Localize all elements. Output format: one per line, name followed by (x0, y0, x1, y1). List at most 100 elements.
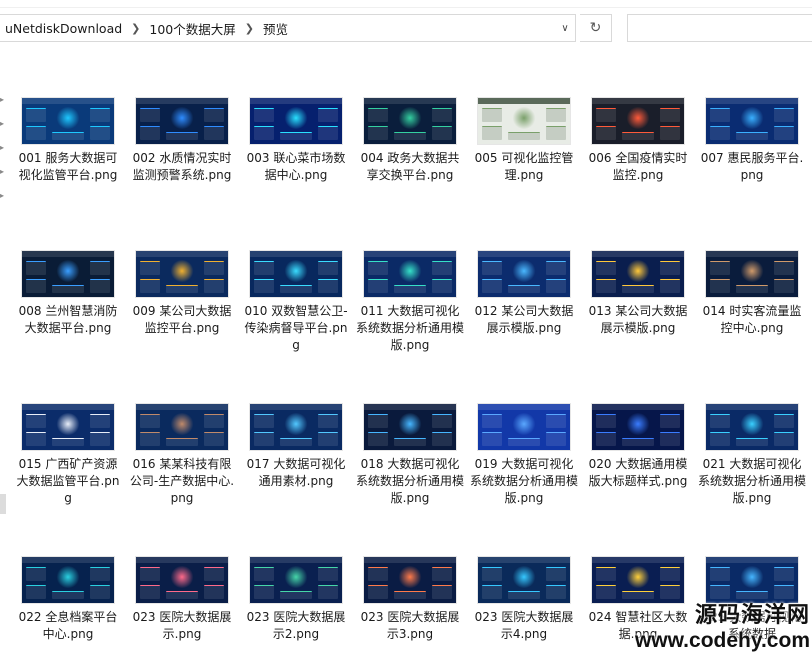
file-name: 021 大数据可视化系统数据分析通用模版.png (698, 457, 807, 505)
file-thumbnail[interactable] (478, 98, 570, 144)
file-name: 023 医院大数据展示.png (132, 610, 232, 641)
file-item[interactable]: 009 某公司大数据监控平台.png (128, 251, 236, 337)
file-item[interactable]: 025 大数据可视化系统数据 (698, 557, 806, 643)
file-thumbnail[interactable] (592, 98, 684, 144)
file-item[interactable]: 018 大数据可视化系统数据分析通用模版.png (356, 404, 464, 507)
chevron-right-icon[interactable]: ❯ (128, 22, 143, 35)
file-thumbnail[interactable] (364, 404, 456, 450)
file-thumbnail[interactable] (364, 557, 456, 603)
file-thumbnail[interactable] (250, 98, 342, 144)
file-name: 002 水质情况实时监测预警系统.png (132, 151, 232, 182)
file-name: 005 可视化监控管理.png (474, 151, 574, 182)
file-name: 023 医院大数据展示2.png (246, 610, 346, 641)
chevron-right-icon[interactable]: ▸ (0, 144, 8, 152)
file-thumbnail[interactable] (250, 404, 342, 450)
file-thumbnail[interactable] (364, 251, 456, 297)
file-thumbnail[interactable] (22, 98, 114, 144)
file-name: 022 全息档案平台中心.png (18, 610, 118, 641)
chevron-down-icon[interactable]: ∨ (555, 15, 575, 41)
file-item[interactable]: 015 广西矿产资源大数据监管平台.png (14, 404, 122, 507)
file-item[interactable]: 023 医院大数据展示.png (128, 557, 236, 643)
file-item[interactable]: 016 某某科技有限公司-生产数据中心.png (128, 404, 236, 507)
file-item[interactable]: 001 服务大数据可视化监管平台.png (14, 98, 122, 184)
file-item[interactable]: 012 某公司大数据展示模版.png (470, 251, 578, 337)
file-thumbnail[interactable] (136, 557, 228, 603)
file-item[interactable]: 003 联心菜市场数据中心.png (242, 98, 350, 184)
file-item[interactable]: 008 兰州智慧消防大数据平台.png (14, 251, 122, 337)
file-thumbnail[interactable] (706, 557, 798, 603)
file-item[interactable]: 023 医院大数据展示4.png (470, 557, 578, 643)
breadcrumb-item-preview[interactable]: 预览 (257, 19, 294, 38)
file-name: 013 某公司大数据展示模版.png (588, 304, 688, 335)
file-name: 018 大数据可视化系统数据分析通用模版.png (356, 457, 465, 505)
file-name: 015 广西矿产资源大数据监管平台.png (16, 457, 120, 505)
chevron-right-icon[interactable]: ❯ (242, 22, 257, 35)
chevron-right-icon[interactable]: ▸ (0, 168, 8, 176)
file-name: 010 双数智慧公卫-传染病督导平台.png (244, 304, 348, 352)
file-name: 017 大数据可视化通用素材.png (246, 457, 346, 488)
address-bar[interactable]: uNetdiskDownload ❯ 100个数据大屏 ❯ 预览 ∨ (0, 14, 576, 42)
file-item[interactable]: 010 双数智慧公卫-传染病督导平台.png (242, 251, 350, 354)
file-item[interactable]: 024 智慧社区大数据.png (584, 557, 692, 643)
chevron-right-icon[interactable]: ▸ (0, 96, 8, 104)
chevron-right-icon[interactable]: ▸ (0, 120, 8, 128)
file-thumbnail[interactable] (136, 251, 228, 297)
refresh-button[interactable]: ↻ (580, 14, 612, 42)
navigation-pane: ▸ ▸ ▸ ▸ ▸ (0, 52, 12, 655)
file-thumbnail[interactable] (706, 251, 798, 297)
file-thumbnail[interactable] (136, 404, 228, 450)
file-name: 023 医院大数据展示4.png (474, 610, 574, 641)
file-name: 012 某公司大数据展示模版.png (474, 304, 574, 335)
file-thumbnail[interactable] (22, 404, 114, 450)
file-thumbnail[interactable] (592, 404, 684, 450)
file-name: 009 某公司大数据监控平台.png (132, 304, 232, 335)
file-name: 014 时实客流量监控中心.png (702, 304, 802, 335)
file-thumbnail[interactable] (478, 404, 570, 450)
file-name: 003 联心菜市场数据中心.png (246, 151, 346, 182)
file-name: 023 医院大数据展示3.png (360, 610, 460, 641)
breadcrumb-item-netdisk[interactable]: uNetdiskDownload (0, 21, 128, 36)
file-name: 025 大数据可视化系统数据 (702, 610, 802, 641)
file-thumbnail[interactable] (478, 251, 570, 297)
file-item[interactable]: 006 全国疫情实时监控.png (584, 98, 692, 184)
file-thumbnail[interactable] (706, 98, 798, 144)
file-item[interactable]: 023 医院大数据展示2.png (242, 557, 350, 643)
file-name: 001 服务大数据可视化监管平台.png (18, 151, 118, 182)
file-item[interactable]: 004 政务大数据共享交换平台.png (356, 98, 464, 184)
file-thumbnail[interactable] (250, 251, 342, 297)
file-item[interactable]: 005 可视化监控管理.png (470, 98, 578, 184)
file-name: 024 智慧社区大数据.png (588, 610, 688, 641)
file-name: 008 兰州智慧消防大数据平台.png (18, 304, 118, 335)
file-thumbnail[interactable] (136, 98, 228, 144)
file-thumbnail[interactable] (364, 98, 456, 144)
search-input[interactable] (627, 14, 812, 42)
file-thumbnail[interactable] (22, 251, 114, 297)
file-name: 011 大数据可视化系统数据分析通用模版.png (356, 304, 465, 352)
file-thumbnail[interactable] (22, 557, 114, 603)
file-name: 020 大数据通用模版大标题样式.png (588, 457, 688, 488)
file-name: 007 惠民服务平台.png (700, 151, 804, 182)
file-item[interactable]: 014 时实客流量监控中心.png (698, 251, 806, 337)
file-item[interactable]: 023 医院大数据展示3.png (356, 557, 464, 643)
file-thumbnail[interactable] (706, 404, 798, 450)
file-item[interactable]: 002 水质情况实时监测预警系统.png (128, 98, 236, 184)
refresh-icon: ↻ (589, 20, 602, 36)
file-item[interactable]: 013 某公司大数据展示模版.png (584, 251, 692, 337)
file-thumbnail[interactable] (592, 251, 684, 297)
file-thumbnail[interactable] (592, 557, 684, 603)
file-name: 004 政务大数据共享交换平台.png (360, 151, 460, 182)
file-item[interactable]: 019 大数据可视化系统数据分析通用模版.png (470, 404, 578, 507)
breadcrumb-item-dashboards[interactable]: 100个数据大屏 (143, 19, 241, 38)
file-name: 006 全国疫情实时监控.png (588, 151, 688, 182)
file-thumbnail[interactable] (250, 557, 342, 603)
file-item[interactable]: 022 全息档案平台中心.png (14, 557, 122, 643)
file-name: 016 某某科技有限公司-生产数据中心.png (129, 457, 235, 505)
file-item[interactable]: 021 大数据可视化系统数据分析通用模版.png (698, 404, 806, 507)
file-item[interactable]: 020 大数据通用模版大标题样式.png (584, 404, 692, 490)
file-thumbnail[interactable] (478, 557, 570, 603)
chevron-right-icon[interactable]: ▸ (0, 192, 8, 200)
nav-selection-marker (0, 494, 6, 514)
file-item[interactable]: 007 惠民服务平台.png (698, 98, 806, 184)
file-item[interactable]: 011 大数据可视化系统数据分析通用模版.png (356, 251, 464, 354)
file-item[interactable]: 017 大数据可视化通用素材.png (242, 404, 350, 490)
